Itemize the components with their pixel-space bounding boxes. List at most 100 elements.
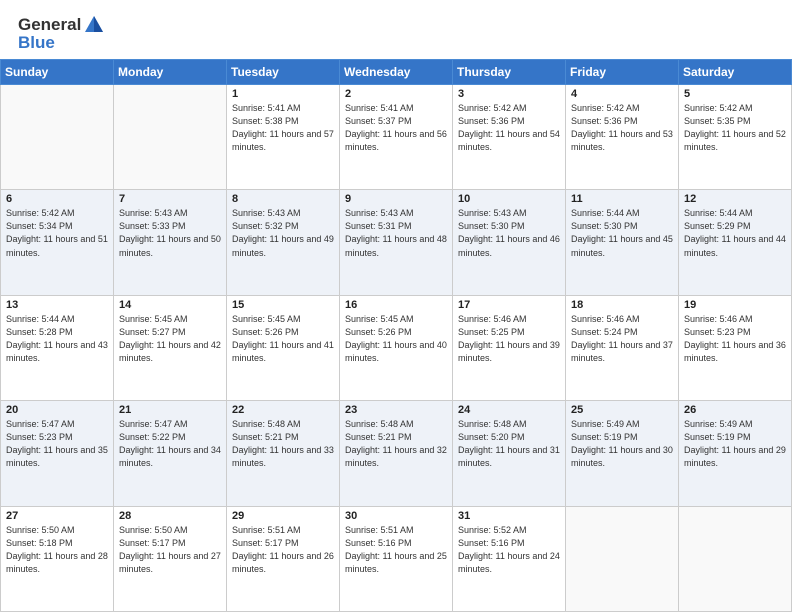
day-number: 18: [571, 299, 673, 311]
day-number: 22: [232, 404, 334, 416]
day-number: 11: [571, 193, 673, 205]
day-info: Sunrise: 5:42 AM Sunset: 5:36 PM Dayligh…: [458, 102, 560, 154]
day-info: Sunrise: 5:41 AM Sunset: 5:38 PM Dayligh…: [232, 102, 334, 154]
day-info: Sunrise: 5:47 AM Sunset: 5:23 PM Dayligh…: [6, 418, 108, 470]
day-info: Sunrise: 5:45 AM Sunset: 5:26 PM Dayligh…: [232, 313, 334, 365]
day-info: Sunrise: 5:46 AM Sunset: 5:24 PM Dayligh…: [571, 313, 673, 365]
day-info: Sunrise: 5:46 AM Sunset: 5:25 PM Dayligh…: [458, 313, 560, 365]
day-info: Sunrise: 5:50 AM Sunset: 5:17 PM Dayligh…: [119, 524, 221, 576]
day-info: Sunrise: 5:50 AM Sunset: 5:18 PM Dayligh…: [6, 524, 108, 576]
day-number: 16: [345, 299, 447, 311]
day-number: 15: [232, 299, 334, 311]
calendar-cell: 4Sunrise: 5:42 AM Sunset: 5:36 PM Daylig…: [566, 85, 679, 190]
day-info: Sunrise: 5:46 AM Sunset: 5:23 PM Dayligh…: [684, 313, 786, 365]
weekday-header-wednesday: Wednesday: [340, 60, 453, 85]
day-number: 2: [345, 88, 447, 100]
day-info: Sunrise: 5:43 AM Sunset: 5:32 PM Dayligh…: [232, 207, 334, 259]
calendar-cell: 15 Sunrise: 5:45 AM Sunset: 5:26 PM Dayli…: [227, 295, 340, 400]
calendar-cell: 9Sunrise: 5:43 AM Sunset: 5:31 PM Daylig…: [340, 190, 453, 295]
calendar-cell: [566, 506, 679, 611]
day-info: Sunrise: 5:45 AM Sunset: 5:26 PM Dayligh…: [345, 313, 447, 365]
day-number: 3: [458, 88, 560, 100]
weekday-header-friday: Friday: [566, 60, 679, 85]
day-number: 14: [119, 299, 221, 311]
day-number: 21: [119, 404, 221, 416]
calendar-cell: 20 Sunrise: 5:47 AM Sunset: 5:23 PM Dayli…: [1, 401, 114, 506]
day-number: 5: [684, 88, 786, 100]
calendar-cell: [1, 85, 114, 190]
day-info: Sunrise: 5:44 AM Sunset: 5:29 PM Dayligh…: [684, 207, 786, 259]
day-number: 25: [571, 404, 673, 416]
calendar-cell: 5Sunrise: 5:42 AM Sunset: 5:35 PM Daylig…: [679, 85, 792, 190]
calendar-cell: 31 Sunrise: 5:52 AM Sunset: 5:16 PM Dayli…: [453, 506, 566, 611]
day-number: 13: [6, 299, 108, 311]
week-row-1: 1 Sunrise: 5:41 AM Sunset: 5:38 PM Daylig…: [1, 85, 792, 190]
day-number: 8: [232, 193, 334, 205]
logo-icon: [83, 14, 105, 36]
day-info: Sunrise: 5:51 AM Sunset: 5:17 PM Dayligh…: [232, 524, 334, 576]
day-number: 30: [345, 510, 447, 522]
day-number: 27: [6, 510, 108, 522]
day-number: 4: [571, 88, 673, 100]
day-info: Sunrise: 5:45 AM Sunset: 5:27 PM Dayligh…: [119, 313, 221, 365]
weekday-header-tuesday: Tuesday: [227, 60, 340, 85]
calendar-cell: 17 Sunrise: 5:46 AM Sunset: 5:25 PM Dayli…: [453, 295, 566, 400]
logo-general: General: [18, 15, 81, 35]
week-row-2: 6 Sunrise: 5:42 AM Sunset: 5:34 PM Daylig…: [1, 190, 792, 295]
day-number: 10: [458, 193, 560, 205]
calendar-cell: 22 Sunrise: 5:48 AM Sunset: 5:21 PM Dayli…: [227, 401, 340, 506]
day-number: 31: [458, 510, 560, 522]
day-info: Sunrise: 5:52 AM Sunset: 5:16 PM Dayligh…: [458, 524, 560, 576]
day-info: Sunrise: 5:41 AM Sunset: 5:37 PM Dayligh…: [345, 102, 447, 154]
week-row-4: 20 Sunrise: 5:47 AM Sunset: 5:23 PM Dayli…: [1, 401, 792, 506]
day-info: Sunrise: 5:43 AM Sunset: 5:33 PM Dayligh…: [119, 207, 221, 259]
day-info: Sunrise: 5:48 AM Sunset: 5:21 PM Dayligh…: [345, 418, 447, 470]
day-number: 17: [458, 299, 560, 311]
weekday-header-sunday: Sunday: [1, 60, 114, 85]
calendar-cell: 12Sunrise: 5:44 AM Sunset: 5:29 PM Dayli…: [679, 190, 792, 295]
day-number: 26: [684, 404, 786, 416]
calendar-cell: [679, 506, 792, 611]
day-number: 20: [6, 404, 108, 416]
calendar-cell: 7Sunrise: 5:43 AM Sunset: 5:33 PM Daylig…: [114, 190, 227, 295]
calendar-cell: 29 Sunrise: 5:51 AM Sunset: 5:17 PM Dayli…: [227, 506, 340, 611]
day-number: 19: [684, 299, 786, 311]
day-info: Sunrise: 5:43 AM Sunset: 5:30 PM Dayligh…: [458, 207, 560, 259]
calendar-cell: 11 Sunrise: 5:44 AM Sunset: 5:30 PM Dayli…: [566, 190, 679, 295]
day-number: 9: [345, 193, 447, 205]
calendar-cell: 10 Sunrise: 5:43 AM Sunset: 5:30 PM Dayli…: [453, 190, 566, 295]
calendar-cell: 30 Sunrise: 5:51 AM Sunset: 5:16 PM Dayli…: [340, 506, 453, 611]
calendar-cell: 28 Sunrise: 5:50 AM Sunset: 5:17 PM Dayli…: [114, 506, 227, 611]
day-info: Sunrise: 5:49 AM Sunset: 5:19 PM Dayligh…: [684, 418, 786, 470]
day-info: Sunrise: 5:48 AM Sunset: 5:20 PM Dayligh…: [458, 418, 560, 470]
calendar-cell: 16 Sunrise: 5:45 AM Sunset: 5:26 PM Dayli…: [340, 295, 453, 400]
calendar-cell: [114, 85, 227, 190]
weekday-header-row: SundayMondayTuesdayWednesdayThursdayFrid…: [1, 60, 792, 85]
weekday-header-thursday: Thursday: [453, 60, 566, 85]
calendar-cell: 8 Sunrise: 5:43 AM Sunset: 5:32 PM Daylig…: [227, 190, 340, 295]
logo-text: General Blue: [18, 14, 105, 53]
day-number: 29: [232, 510, 334, 522]
calendar-cell: 1 Sunrise: 5:41 AM Sunset: 5:38 PM Daylig…: [227, 85, 340, 190]
day-info: Sunrise: 5:47 AM Sunset: 5:22 PM Dayligh…: [119, 418, 221, 470]
day-info: Sunrise: 5:51 AM Sunset: 5:16 PM Dayligh…: [345, 524, 447, 576]
day-info: Sunrise: 5:48 AM Sunset: 5:21 PM Dayligh…: [232, 418, 334, 470]
day-number: 6: [6, 193, 108, 205]
day-number: 24: [458, 404, 560, 416]
logo-blue: Blue: [18, 33, 105, 53]
day-number: 1: [232, 88, 334, 100]
calendar-cell: 13 Sunrise: 5:44 AM Sunset: 5:28 PM Dayli…: [1, 295, 114, 400]
calendar-cell: 26 Sunrise: 5:49 AM Sunset: 5:19 PM Dayli…: [679, 401, 792, 506]
day-number: 28: [119, 510, 221, 522]
week-row-5: 27 Sunrise: 5:50 AM Sunset: 5:18 PM Dayli…: [1, 506, 792, 611]
calendar-cell: 24 Sunrise: 5:48 AM Sunset: 5:20 PM Dayli…: [453, 401, 566, 506]
logo: General Blue: [18, 14, 105, 53]
calendar-table: SundayMondayTuesdayWednesdayThursdayFrid…: [0, 59, 792, 612]
calendar-cell: 23Sunrise: 5:48 AM Sunset: 5:21 PM Dayli…: [340, 401, 453, 506]
page: General Blue SundayMondayTuesdayWednesda…: [0, 0, 792, 612]
day-info: Sunrise: 5:44 AM Sunset: 5:30 PM Dayligh…: [571, 207, 673, 259]
calendar-cell: 21 Sunrise: 5:47 AM Sunset: 5:22 PM Dayli…: [114, 401, 227, 506]
day-info: Sunrise: 5:42 AM Sunset: 5:34 PM Dayligh…: [6, 207, 108, 259]
calendar-cell: 19 Sunrise: 5:46 AM Sunset: 5:23 PM Dayli…: [679, 295, 792, 400]
day-info: Sunrise: 5:44 AM Sunset: 5:28 PM Dayligh…: [6, 313, 108, 365]
